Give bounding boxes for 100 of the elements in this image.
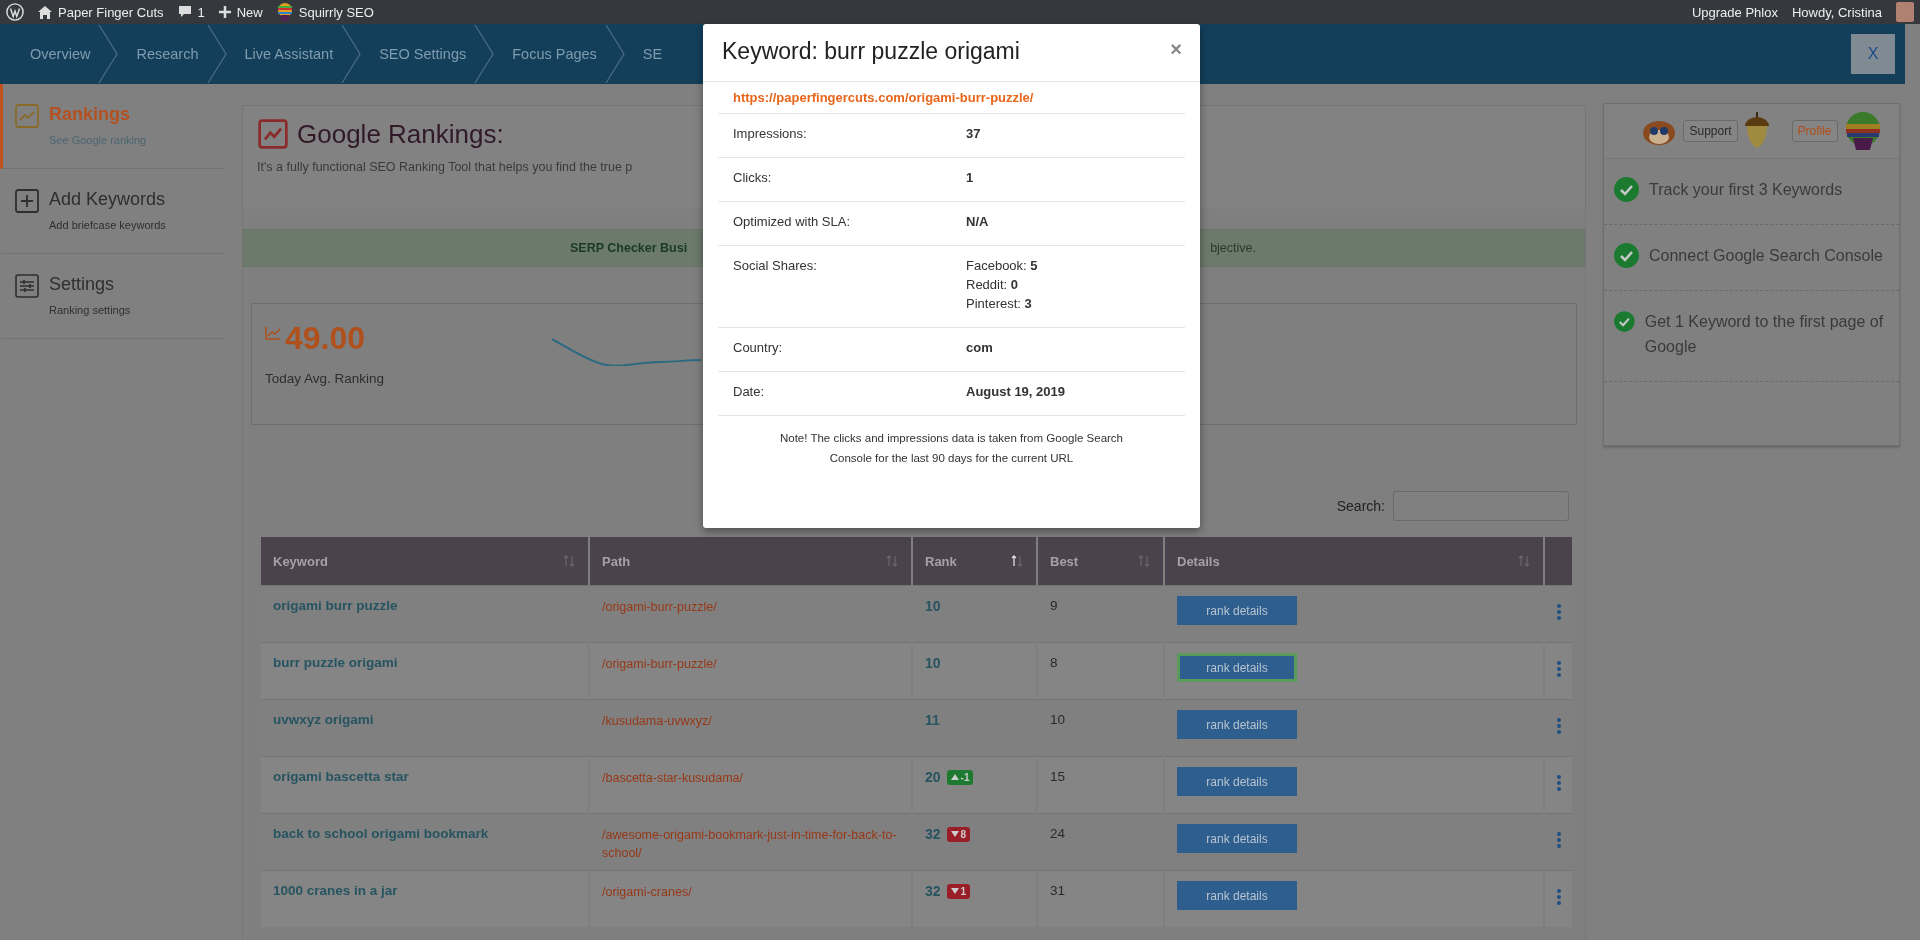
chevron-icon <box>474 24 495 84</box>
more-options-icon[interactable] <box>1557 718 1561 734</box>
close-button[interactable]: × <box>1170 38 1182 61</box>
trend-icon <box>265 326 281 340</box>
rank-details-button[interactable]: rank details <box>1177 653 1297 682</box>
rank-value: 11 <box>925 712 940 728</box>
upgrade-link[interactable]: Upgrade Phlox <box>1691 4 1778 20</box>
column-header[interactable]: Rank <box>913 537 1036 585</box>
speech-bubble-icon <box>177 5 192 19</box>
keyword-cell: 1000 cranes in a jar <box>273 883 398 898</box>
breadcrumb-tab[interactable]: Live Assistant <box>244 46 334 62</box>
site-link[interactable]: Paper Finger Cuts <box>38 4 164 20</box>
field-label: Optimized with SLA: <box>733 214 852 231</box>
wordpress-logo-icon[interactable] <box>6 3 24 21</box>
sidebar-item-subtitle: Ranking settings <box>49 304 132 316</box>
chevron-icon <box>206 24 227 84</box>
rainbow-logo-icon <box>1843 112 1882 150</box>
field-value: Facebook: 5 <box>966 258 1039 273</box>
more-options-icon[interactable] <box>1557 832 1561 848</box>
column-header[interactable]: Best <box>1038 537 1163 585</box>
task-text: Get 1 Keyword to the first page of Google <box>1644 312 1885 357</box>
plus-icon <box>218 6 231 18</box>
dialog-note: Note! The clicks and impressions data is taken from Google Search Console for the last 90 days for the current URL <box>778 431 1124 466</box>
rank-value: 32 <box>925 826 941 842</box>
rank-details-button[interactable]: rank details <box>1177 881 1297 910</box>
plus-icon <box>15 189 39 213</box>
field-label: Date: <box>733 384 766 401</box>
dialog-title: Keyword: burr puzzle origami <box>722 38 1020 65</box>
field-value: Reddit: 0 <box>966 277 1020 292</box>
more-options-icon[interactable] <box>1557 661 1561 677</box>
keyword-cell: burr puzzle origami <box>273 655 398 670</box>
field-value: 37 <box>966 126 982 141</box>
comment-count: 1 <box>197 4 205 20</box>
keyword-cell: uvwxyz origami <box>273 712 374 727</box>
rank-change-badge: 1 <box>946 883 971 899</box>
path-cell-text: /origami-burr-puzzle/ <box>602 599 718 616</box>
site-name: Paper Finger Cuts <box>58 4 164 20</box>
best-rank-value: 15 <box>1050 769 1066 784</box>
field-value: Pinterest: 3 <box>966 296 1033 311</box>
settings-icon <box>15 274 39 298</box>
rank-value: 20 <box>925 769 941 785</box>
breadcrumb-tab[interactable]: Overview <box>30 46 91 62</box>
column-header[interactable]: Keyword <box>261 537 588 585</box>
rank-value: 10 <box>925 655 941 671</box>
breadcrumb-tab[interactable]: SE <box>642 46 663 62</box>
close-button[interactable]: X <box>1851 34 1895 74</box>
best-rank-value: 24 <box>1050 826 1066 841</box>
sidebar-item[interactable]: Add Keywords Add briefcase keywords <box>0 169 225 254</box>
comments-link[interactable]: 1 <box>177 4 205 20</box>
path-cell-text: /kusudama-uvwxyz/ <box>602 713 713 730</box>
support-button[interactable]: Support <box>1683 120 1738 142</box>
breadcrumb-tab[interactable]: SEO Settings <box>379 46 467 62</box>
rank-change-badge: 8 <box>946 826 971 842</box>
rank-details-button[interactable]: rank details <box>1177 596 1297 625</box>
rank-change-badge: -1 <box>946 769 974 785</box>
keyword-cell: origami bascetta star <box>273 769 409 784</box>
acorn-icon <box>1743 112 1770 150</box>
sort-icon[interactable] <box>1010 554 1024 568</box>
sidebar-item-subtitle: Add briefcase keywords <box>49 219 167 231</box>
field-value: com <box>966 340 994 355</box>
url-link[interactable]: https://paperfingercuts.com/origami-burr-puzzle/ <box>718 82 1185 114</box>
account-link[interactable]: Howdy, Cristina <box>1791 4 1882 20</box>
column-header[interactable]: Path <box>590 537 911 585</box>
plugin-link[interactable]: Squirrly SEO <box>276 3 374 21</box>
field-label: Social Shares: <box>733 258 818 275</box>
page-title: Google Rankings: <box>297 118 504 150</box>
best-rank-value: 10 <box>1050 712 1066 727</box>
chart-icon <box>15 104 39 128</box>
new-link[interactable]: New <box>218 4 263 20</box>
rank-details-button[interactable]: rank details <box>1177 767 1297 796</box>
more-options-icon[interactable] <box>1557 889 1561 905</box>
path-cell-text: /origami-cranes/ <box>602 884 693 901</box>
path-cell-text: /awesome-origami-bookmark-just-in-time-for-back-to-school/ <box>602 827 898 862</box>
rainbow-logo-icon <box>276 3 293 21</box>
field-value: N/A <box>966 214 990 229</box>
column-header <box>1545 537 1572 585</box>
sidebar-item[interactable]: Settings Ranking settings <box>0 254 225 339</box>
keyword-cell: back to school origami bookmark <box>273 826 489 841</box>
column-header[interactable]: Details <box>1165 537 1543 585</box>
breadcrumb-tab[interactable]: Research <box>136 46 199 62</box>
average-rank-value: 49.00 <box>285 320 366 357</box>
more-options-icon[interactable] <box>1557 604 1561 620</box>
field-label: Country: <box>733 340 784 357</box>
new-label: New <box>236 4 263 20</box>
breadcrumb-tab[interactable]: Focus Pages <box>512 46 597 62</box>
rank-details-button[interactable]: rank details <box>1177 824 1297 853</box>
field-label: Clicks: <box>733 170 773 187</box>
plugin-name: Squirrly SEO <box>298 4 374 20</box>
best-rank-value: 31 <box>1050 883 1066 898</box>
chart-icon <box>257 118 289 150</box>
more-options-icon[interactable] <box>1557 775 1561 791</box>
notice-text: bjective. <box>1210 241 1256 255</box>
rank-value: 10 <box>925 598 941 614</box>
avatar[interactable] <box>1896 2 1914 22</box>
rank-details-button[interactable]: rank details <box>1177 710 1297 739</box>
task-text: Connect Google Search Console <box>1649 246 1883 266</box>
page-description: It's a fully functional SEO Ranking Tool that helps you find the true p <box>257 160 634 174</box>
average-rank-label: Today Avg. Ranking <box>265 371 386 386</box>
best-rank-value: 8 <box>1050 655 1058 670</box>
best-rank-value: 9 <box>1050 598 1058 613</box>
